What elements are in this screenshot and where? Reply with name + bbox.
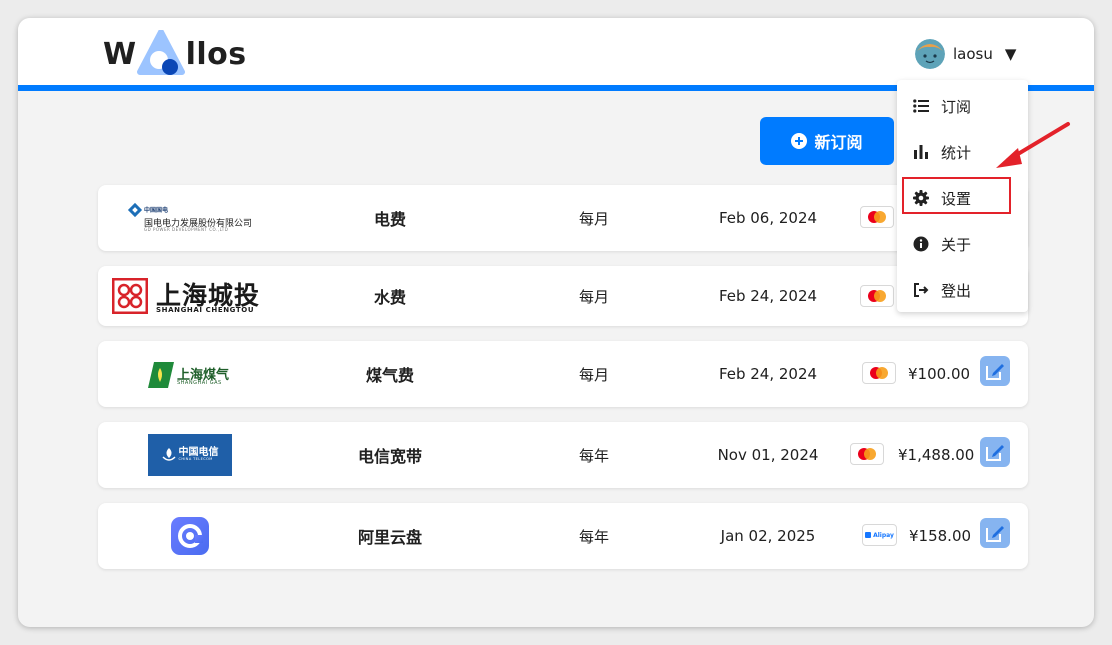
subscription-price: ¥100.00	[908, 365, 971, 383]
menu-item-label: 统计	[941, 143, 972, 162]
subscription-date: Nov 01, 2024	[717, 446, 819, 464]
plus-circle-icon	[791, 133, 808, 149]
logo-small-text: 中国国电	[144, 207, 169, 214]
menu-item-label: 关于	[941, 235, 972, 254]
subscription-logo	[98, 503, 278, 569]
subscription-date: Feb 24, 2024	[718, 365, 818, 383]
subscription-cycle: 每年	[578, 446, 609, 465]
chengtou-emblem-icon	[112, 278, 148, 314]
menu-item-subscriptions[interactable]: 订阅	[897, 86, 1028, 126]
mastercard-icon	[860, 206, 894, 228]
app-window: W llos laosu ▼ 新订阅 中国国电 国电电力发展股份有限公司 GD …	[18, 18, 1094, 627]
logo-en-text: SHANGHAI GAS	[177, 380, 222, 386]
menu-item-logout[interactable]: 登出	[897, 270, 1028, 310]
subscription-row[interactable]: 中国电信 CHINA TELECOM 电信宽带 每年 Nov 01, 2024 …	[98, 422, 1028, 488]
logo-text-left: W	[103, 36, 137, 72]
telecom-emblem-icon	[161, 448, 176, 461]
logo-en-text: GD POWER DEVELOPMENT CO.,LTD	[144, 227, 229, 232]
aliyun-drive-logo-icon	[171, 517, 209, 555]
subscription-price: ¥158.00	[909, 527, 972, 545]
menu-item-label: 订阅	[941, 97, 972, 116]
edit-button[interactable]	[980, 356, 1010, 386]
alipay-icon: Alipay	[862, 524, 897, 546]
subscription-logo: 上海煤气 SHANGHAI GAS	[98, 341, 278, 407]
mastercard-icon	[860, 285, 894, 307]
logo-mark-icon	[136, 29, 186, 76]
subscription-logo: 中国电信 CHINA TELECOM	[98, 422, 278, 488]
pencil-icon	[986, 526, 1004, 542]
logo-en-text: SHANGHAI CHENGTOU	[156, 306, 255, 314]
subscription-cycle: 每月	[578, 287, 609, 306]
subscription-name: 电费	[373, 210, 406, 229]
telecom-logo-icon: 中国电信 CHINA TELECOM	[148, 434, 232, 476]
info-icon	[913, 236, 929, 252]
subscription-logo: 中国国电 国电电力发展股份有限公司 GD POWER DEVELOPMENT C…	[98, 185, 278, 251]
alipay-label: Alipay	[873, 531, 894, 539]
menu-item-label: 登出	[941, 281, 972, 300]
subscription-logo: 上海城投 SHANGHAI CHENGTOU	[98, 266, 278, 326]
subscription-row[interactable]: 阿里云盘 每年 Jan 02, 2025 Alipay ¥158.00	[98, 503, 1028, 569]
menu-item-settings[interactable]: 设置	[897, 178, 1028, 218]
logo-text-right: llos	[185, 36, 247, 72]
logo-en-text: CHINA TELECOM	[178, 457, 213, 462]
gas-emblem-icon	[148, 362, 174, 388]
subscription-cycle: 每月	[578, 209, 609, 228]
new-subscription-button[interactable]: 新订阅	[760, 117, 894, 165]
chevron-down-icon: ▼	[1004, 45, 1017, 63]
subscription-name: 水费	[373, 288, 406, 307]
subscription-date: Feb 24, 2024	[718, 287, 818, 305]
user-name: laosu	[953, 45, 993, 63]
mastercard-icon	[850, 443, 884, 465]
subscription-row[interactable]: 上海煤气 SHANGHAI GAS 煤气费 每月 Feb 24, 2024 ¥1…	[98, 341, 1028, 407]
avatar-icon	[915, 39, 945, 69]
user-dropdown-menu: 订阅 统计 设置 关于 登出	[897, 80, 1028, 312]
menu-item-stats[interactable]: 统计	[897, 132, 1028, 172]
list-icon	[913, 99, 929, 113]
logo[interactable]: W llos	[103, 29, 247, 76]
user-menu-toggle[interactable]: laosu ▼	[915, 38, 1016, 70]
edit-button[interactable]	[980, 518, 1010, 548]
bar-chart-icon	[914, 145, 928, 159]
subscription-price: ¥1,488.00	[898, 446, 975, 464]
subscription-date: Jan 02, 2025	[720, 527, 816, 545]
gear-icon	[913, 190, 929, 206]
subscription-name: 阿里云盘	[357, 528, 422, 547]
mastercard-icon	[862, 362, 896, 384]
subscription-date: Feb 06, 2024	[718, 209, 818, 227]
pencil-icon	[986, 364, 1004, 380]
new-subscription-label: 新订阅	[814, 133, 863, 152]
logout-icon	[914, 283, 929, 297]
menu-item-about[interactable]: 关于	[897, 224, 1028, 264]
menu-item-label: 设置	[941, 189, 972, 208]
subscription-name: 电信宽带	[357, 447, 422, 466]
edit-button[interactable]	[980, 437, 1010, 467]
subscription-name: 煤气费	[365, 366, 414, 385]
subscription-row[interactable]: 上海城投 SHANGHAI CHENGTOU 水费 每月 Feb 24, 202…	[98, 266, 1028, 326]
pencil-icon	[986, 445, 1004, 461]
subscription-row[interactable]: 中国国电 国电电力发展股份有限公司 GD POWER DEVELOPMENT C…	[98, 185, 1028, 251]
subscription-cycle: 每年	[578, 527, 609, 546]
subscription-cycle: 每月	[578, 365, 609, 384]
